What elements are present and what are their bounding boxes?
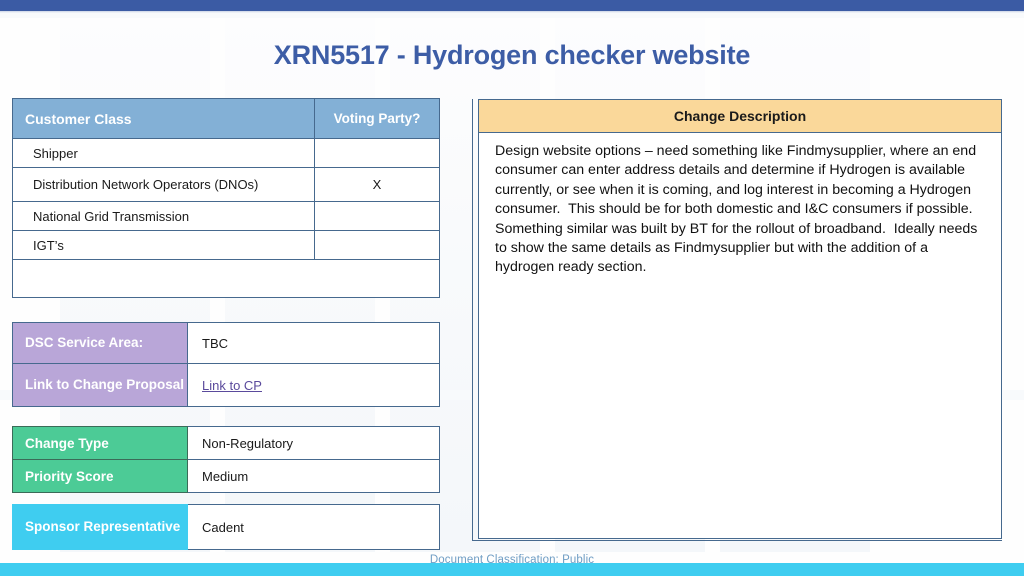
top-bar-shadow xyxy=(0,11,1024,13)
change-type-value: Non-Regulatory xyxy=(187,426,440,460)
dsc-service-area-label: DSC Service Area: xyxy=(12,322,188,364)
table-row: DSC Service Area: TBC xyxy=(12,322,440,364)
change-type-label: Change Type xyxy=(12,426,188,460)
link-to-cp-link[interactable]: Link to CP xyxy=(202,378,262,393)
sponsor-representative-value: Cadent xyxy=(187,504,440,550)
customer-class-name: National Grid Transmission xyxy=(12,201,315,231)
customer-class-name: Shipper xyxy=(12,138,315,168)
dsc-service-area-table: DSC Service Area: TBC Link to Change Pro… xyxy=(12,322,440,407)
table-row: Link to Change Proposal Link to CP xyxy=(12,363,440,407)
customer-class-name: IGT’s xyxy=(12,230,315,260)
table-row: National Grid Transmission xyxy=(12,201,440,231)
table-row: Change Type Non-Regulatory xyxy=(12,426,440,460)
sponsor-representative-table: Sponsor Representative Cadent xyxy=(12,504,440,550)
customer-class-table: Customer Class Voting Party? Shipper Dis… xyxy=(12,98,440,298)
top-accent-bar xyxy=(0,0,1024,11)
change-details-table: Change Type Non-Regulatory Priority Scor… xyxy=(12,426,440,493)
page-title: XRN5517 - Hydrogen checker website xyxy=(273,40,751,70)
link-to-change-proposal-cell: Link to CP xyxy=(187,363,440,407)
table-row: Sponsor Representative Cadent xyxy=(12,504,440,550)
table-row: Distribution Network Operators (DNOs) X xyxy=(12,167,440,202)
voting-party-mark xyxy=(314,201,440,231)
link-to-change-proposal-label: Link to Change Proposal xyxy=(12,363,188,407)
column-header-customer-class: Customer Class xyxy=(12,98,315,139)
empty-cell xyxy=(12,259,440,298)
bottom-accent-bar xyxy=(0,563,1024,576)
voting-party-mark xyxy=(314,230,440,260)
table-row: IGT’s xyxy=(12,230,440,260)
change-description-header: Change Description xyxy=(479,100,1001,133)
voting-party-mark: X xyxy=(314,167,440,202)
priority-score-value: Medium xyxy=(187,459,440,493)
voting-party-mark xyxy=(314,138,440,168)
table-row-empty xyxy=(12,259,440,298)
customer-class-name: Distribution Network Operators (DNOs) xyxy=(12,167,315,202)
table-header-row: Customer Class Voting Party? xyxy=(12,98,440,139)
slide-canvas: XRN5517 - Hydrogen checker website Custo… xyxy=(0,0,1024,576)
change-description-panel: Change Description Design website option… xyxy=(478,99,1002,539)
change-description-text: Design website options – need something … xyxy=(495,143,982,276)
priority-score-label: Priority Score xyxy=(12,459,188,493)
table-row: Priority Score Medium xyxy=(12,459,440,493)
column-header-voting-party: Voting Party? xyxy=(314,98,440,139)
table-row: Shipper xyxy=(12,138,440,168)
sponsor-representative-label: Sponsor Representative xyxy=(12,504,188,550)
dsc-service-area-value: TBC xyxy=(187,322,440,364)
